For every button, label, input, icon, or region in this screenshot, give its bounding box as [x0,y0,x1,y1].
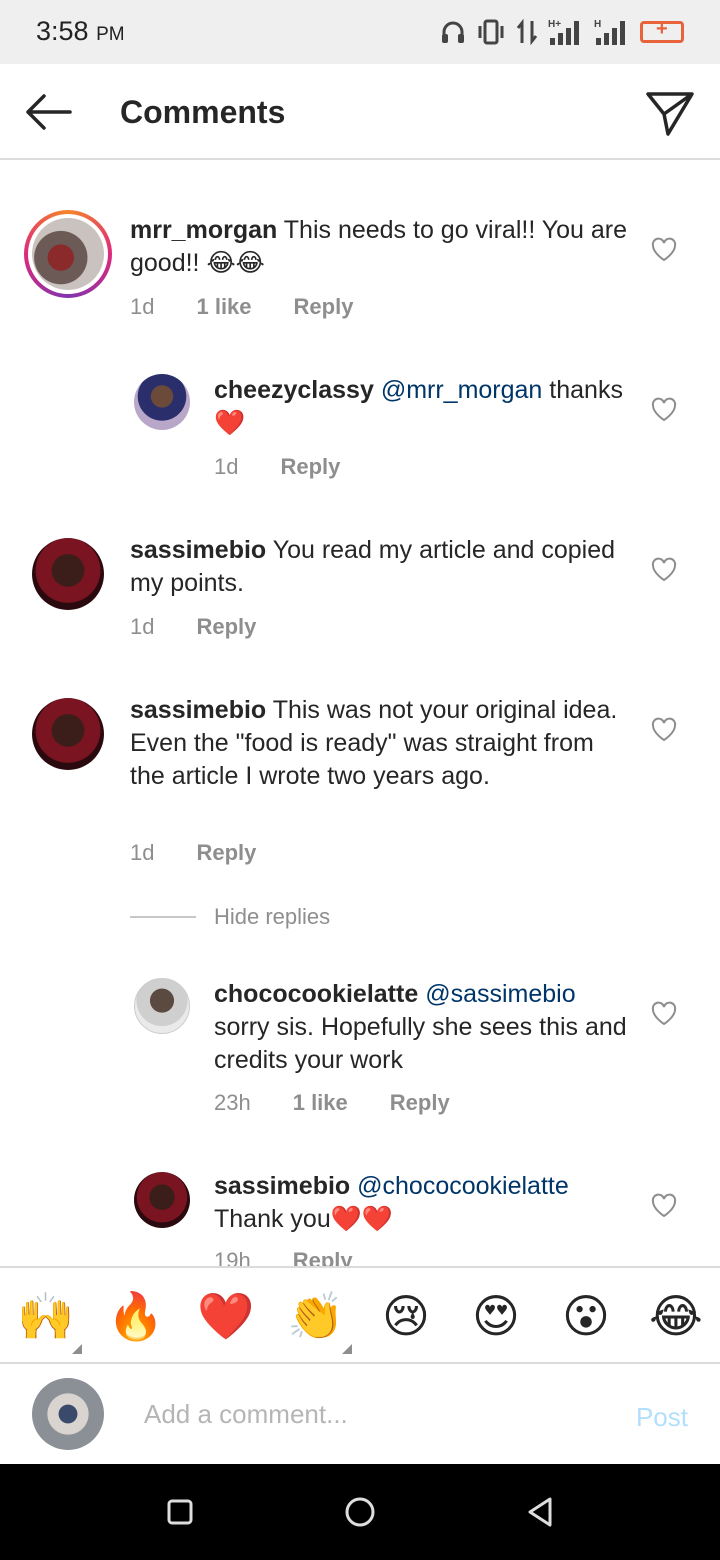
comment-time: 1d [130,840,155,865]
reply-button[interactable]: Reply [390,1090,450,1116]
avatar [32,1378,104,1450]
heart-icon[interactable] [650,1000,678,1028]
emoji-heart-eyes[interactable]: 😍 [466,1286,526,1346]
page-title: Comments [120,94,286,130]
status-bar: 3:58 PM H+ H [0,0,720,64]
back-nav-icon[interactable] [522,1494,558,1530]
comment-composer: Post [0,1364,720,1464]
emoji-heart[interactable]: ❤️ [196,1286,256,1346]
comment-username[interactable]: mrr_morgan [130,216,277,244]
comment-body: Thank you❤️❤️ [214,1205,393,1233]
vibrate-icon [478,19,504,45]
hide-replies-label: Hide replies [214,904,331,929]
comment-time: 1d [130,614,155,639]
comment-input[interactable] [144,1392,584,1436]
emoji-quick-bar: 🙌 🔥 ❤️ 👏 😢 😍 😮 😂 [0,1266,720,1364]
comment-mention[interactable]: @sassimebio [425,980,575,1008]
comment-meta: 1d 1 like Reply [130,294,395,320]
data-arrows-icon [516,19,538,45]
comment-meta: 1d Reply [214,454,382,480]
comment-username[interactable]: sassimebio [130,536,266,564]
comment-meta: 23h 1 like Reply [214,1090,492,1116]
comment-mention[interactable]: @chococookielatte [357,1172,569,1200]
home-icon[interactable] [342,1494,378,1530]
divider [130,916,196,918]
list-item: sassimebio This was not your original id… [0,662,720,882]
emoji-crying[interactable]: 😢 [376,1286,436,1346]
comment-username[interactable]: cheezyclassy [214,376,374,404]
comment-likes[interactable]: 1 like [196,294,251,320]
heart-icon[interactable] [650,716,678,744]
comment-likes[interactable]: 1 like [293,1090,348,1116]
list-item: sassimebio You read my article and copie… [0,502,720,662]
comment-time: 1d [214,454,239,479]
emoji-raising-hands[interactable]: 🙌 [16,1286,76,1346]
emoji-surprised[interactable]: 😮 [556,1286,616,1346]
comment-username[interactable]: sassimebio [130,696,266,724]
list-item: chococookielatte @sassimebio sorry sis. … [0,952,720,1142]
comment-meta: 1d Reply [130,840,298,866]
send-icon[interactable] [644,86,696,138]
system-nav-bar [0,1464,720,1560]
reply-button[interactable]: Reply [280,454,340,480]
comment-text: sassimebio You read my article and copie… [130,534,620,600]
heart-icon[interactable] [650,556,678,584]
comment-body: sorry sis. Hopefully she sees this and c… [214,1013,627,1074]
emoji-fire[interactable]: 🔥 [106,1286,166,1346]
comment-meta: 19h Reply [214,1248,395,1266]
emoji-clapping[interactable]: 👏 [286,1286,346,1346]
heart-icon[interactable] [650,396,678,424]
list-item: mrr_morgan This needs to go viral!! You … [0,162,720,342]
comment-meta: 1d Reply [130,614,298,640]
post-button[interactable]: Post [636,1402,688,1433]
comment-mention[interactable]: @mrr_morgan [381,376,543,404]
status-time: 3:58 PM [36,16,125,46]
reply-button[interactable]: Reply [293,1248,353,1266]
avatar[interactable] [32,218,104,290]
comment-time: 19h [214,1248,251,1266]
recents-icon[interactable] [162,1494,198,1530]
heart-icon[interactable] [650,236,678,264]
reply-button[interactable]: Reply [294,294,354,320]
comment-text: mrr_morgan This needs to go viral!! You … [130,214,630,280]
skin-tone-indicator [342,1344,352,1354]
list-item: cheezyclassy @mrr_morgan thanks ❤️ 1d Re… [0,342,720,502]
svg-text:H: H [594,19,601,30]
comment-text: sassimebio This was not your original id… [130,694,620,793]
list-item: sassimebio @chococookielatte Thank you❤️… [0,1142,720,1266]
comment-list[interactable]: mrr_morgan This needs to go viral!! You … [0,162,720,1266]
reply-button[interactable]: Reply [196,840,256,866]
headphones-icon [442,21,464,43]
header: Comments [0,64,720,160]
signal-h-plus-icon: H+ [548,19,579,45]
comment-time: 1d [130,294,155,319]
avatar[interactable] [32,538,104,610]
avatar[interactable] [134,1172,190,1228]
avatar[interactable] [134,374,190,430]
comment-username[interactable]: chococookielatte [214,980,418,1008]
emoji-laughing[interactable]: 😂 [646,1286,706,1346]
avatar[interactable] [134,978,190,1034]
hide-replies-button[interactable]: Hide replies [130,904,330,930]
battery-charging-icon [640,18,684,43]
comment-text: cheezyclassy @mrr_morgan thanks ❤️ [214,374,634,440]
comment-time: 23h [214,1090,251,1115]
signal-h-icon: H [594,19,625,45]
skin-tone-indicator [72,1344,82,1354]
comment-username[interactable]: sassimebio [214,1172,350,1200]
avatar[interactable] [32,698,104,770]
svg-text:H+: H+ [548,19,561,30]
comment-text: chococookielatte @sassimebio sorry sis. … [214,978,634,1077]
story-ring[interactable] [24,210,112,298]
reply-button[interactable]: Reply [196,614,256,640]
heart-icon[interactable] [650,1192,678,1220]
status-icons: H+ H [440,18,684,46]
arrow-left-icon[interactable] [22,86,74,138]
comment-text: sassimebio @chococookielatte Thank you❤️… [214,1170,634,1236]
